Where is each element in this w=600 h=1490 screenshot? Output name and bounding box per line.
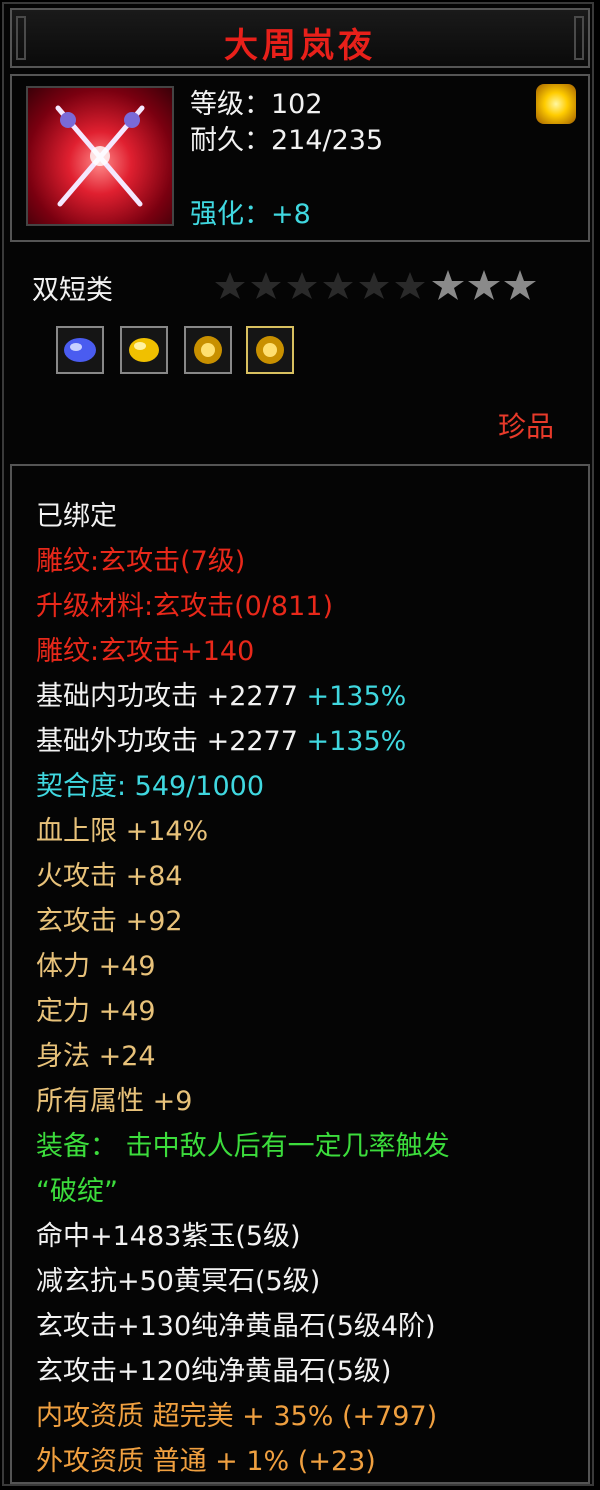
property-text: 基础外功攻击 +2277 (36, 726, 298, 757)
empty-star-icon (323, 272, 353, 299)
property-line: 基础外功攻击 +2277 +135% (36, 719, 450, 764)
empty-star-icon (395, 272, 425, 299)
title-bar: 大周岚夜 (10, 8, 590, 68)
properties-panel: 已绑定雕纹:玄攻击(7级) 升级材料:玄攻击(0/811) 雕纹:玄攻击+140 基础… (10, 464, 590, 1484)
property-line: 玄攻击+130纯净黄晶石(5级4阶) (36, 1304, 450, 1349)
property-text: 装备： 击中敌人后有一定几率触发 (36, 1131, 450, 1162)
level-row: 等级：102 (190, 90, 323, 120)
star-rating (200, 268, 540, 302)
property-line: 火攻击 +84 (36, 854, 450, 899)
property-line: 身法 +24 (36, 1034, 450, 1079)
property-text: 定力 +49 (36, 996, 156, 1027)
property-line: 装备： 击中敌人后有一定几率触发 (36, 1124, 450, 1169)
property-text: 玄攻击+130纯净黄晶石(5级4阶) (36, 1311, 436, 1342)
property-line: 内攻资质 超完美 + 35% (+797) (36, 1394, 450, 1439)
property-line: 雕纹:玄攻击(7级) (36, 539, 450, 584)
property-line: 外攻资质 普通 + 1% (+23) (36, 1439, 450, 1484)
level-value: 102 (271, 89, 323, 120)
property-line: 已绑定 (36, 494, 450, 539)
durability-value: 214/235 (271, 125, 384, 156)
property-text: 基础内功攻击 +2277 (36, 681, 298, 712)
property-line: 定力 +49 (36, 989, 450, 1034)
property-text: “破绽” (36, 1176, 118, 1207)
star-icon (468, 270, 500, 300)
property-line: 命中+1483紫玉(5级) (36, 1214, 450, 1259)
property-line: 基础内功攻击 +2277 +135% (36, 674, 450, 719)
property-text: 体力 +49 (36, 951, 156, 982)
enhance-value: +8 (271, 199, 311, 230)
property-line: 血上限 +14% (36, 809, 450, 854)
durability-row: 耐久：214/235 (190, 126, 383, 156)
property-text: 雕纹:玄攻击(7级) (36, 546, 246, 577)
property-bonus: +135% (297, 726, 407, 757)
empty-star-icon (287, 272, 317, 299)
property-text: 玄攻击+120纯净黄晶石(5级) (36, 1356, 392, 1387)
property-line: 所有属性 +9 (36, 1079, 450, 1124)
amber-gem-icon[interactable] (246, 326, 294, 374)
property-text: 已绑定 (36, 501, 117, 532)
property-text: 火攻击 +84 (36, 861, 183, 892)
property-line: 升级材料:玄攻击(0/811) (36, 584, 450, 629)
weapon-category: 双短类 (32, 275, 113, 306)
item-header: 等级：102 耐久：214/235 强化：+8 (10, 74, 590, 242)
property-text: 减玄抗+50黄冥石(5级) (36, 1266, 321, 1297)
property-line: “破绽” (36, 1169, 450, 1214)
property-line: 玄攻击+120纯净黄晶石(5级) (36, 1349, 450, 1394)
yellow-gem-icon[interactable] (120, 326, 168, 374)
property-text: 命中+1483紫玉(5级) (36, 1221, 301, 1252)
amber-gem-icon[interactable] (184, 326, 232, 374)
blue-gem-icon[interactable] (56, 326, 104, 374)
property-text: 玄攻击 +92 (36, 906, 183, 937)
property-text: 血上限 +14% (36, 816, 209, 847)
empty-star-icon (215, 272, 245, 299)
property-line: 契合度: 549/1000 (36, 764, 450, 809)
empty-star-icon (359, 272, 389, 299)
property-text: 契合度: 549/1000 (36, 771, 265, 802)
enhance-label: 强化： (190, 199, 271, 230)
enhance-row: 强化：+8 (190, 200, 311, 230)
star-icon (504, 270, 536, 300)
property-text: 所有属性 +9 (36, 1086, 193, 1117)
property-text: 升级材料:玄攻击(0/811) (36, 591, 333, 622)
property-line: 雕纹:玄攻击+140 (36, 629, 450, 674)
crossed-daggers-icon (26, 86, 174, 226)
property-list: 已绑定雕纹:玄攻击(7级) 升级材料:玄攻击(0/811) 雕纹:玄攻击+140 基础… (36, 494, 450, 1484)
property-text: 外攻资质 普通 + 1% (+23) (36, 1446, 376, 1477)
property-text: 雕纹:玄攻击+140 (36, 636, 255, 667)
gold-dragon-icon (536, 84, 576, 124)
property-text: 身法 +24 (36, 1041, 156, 1072)
property-line: 减玄抗+50黄冥石(5级) (36, 1259, 450, 1304)
property-text: 内攻资质 超完美 + 35% (+797) (36, 1401, 438, 1432)
item-title: 大周岚夜 (224, 26, 376, 66)
property-line: 玄攻击 +92 (36, 899, 450, 944)
star-icon (432, 270, 464, 300)
rarity-label: 珍品 (497, 410, 554, 443)
property-line: 体力 +49 (36, 944, 450, 989)
property-bonus: +135% (297, 681, 407, 712)
durability-label: 耐久： (190, 125, 271, 156)
level-label: 等级： (190, 89, 271, 120)
empty-star-icon (251, 272, 281, 299)
